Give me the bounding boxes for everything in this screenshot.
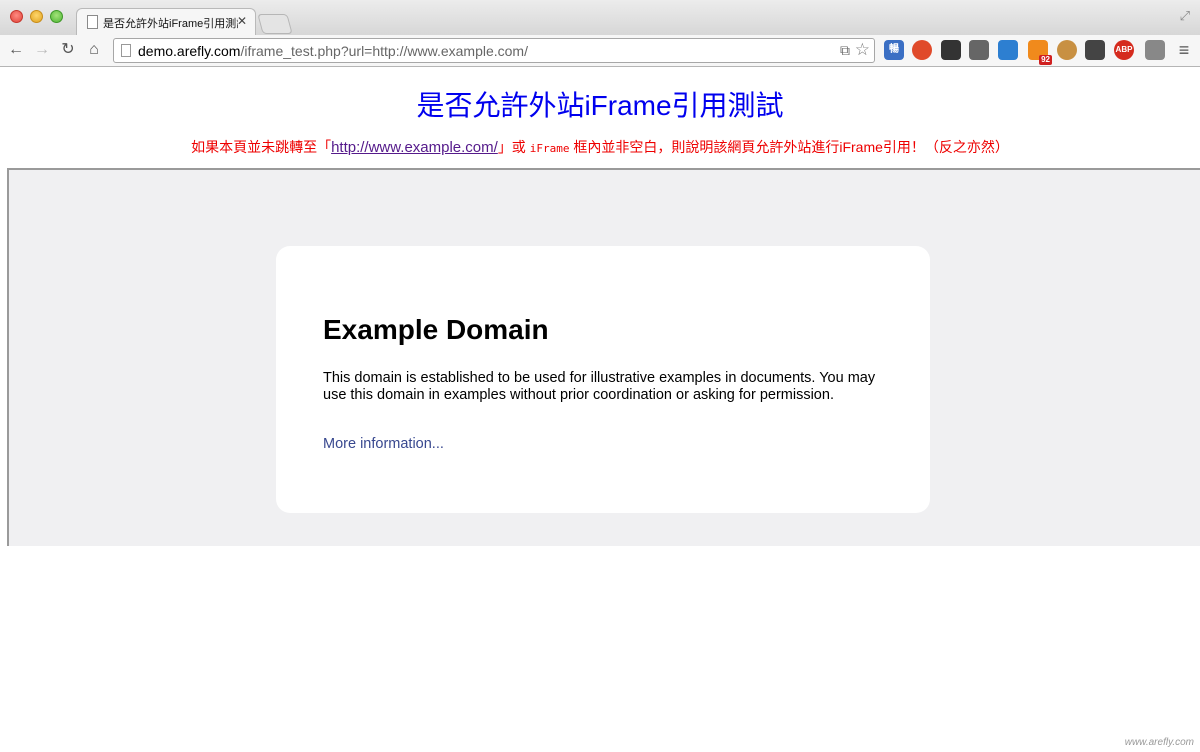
url-path: /iframe_test.php?url=http://www.example.…	[240, 43, 528, 59]
embedded-iframe[interactable]: Example Domain This domain is establishe…	[7, 168, 1200, 546]
minimize-window-button[interactable]	[30, 10, 43, 23]
notice-prefix: 如果本頁並未跳轉至「	[191, 139, 332, 155]
browser-toolbar: ← → ↻ ⌂ demo.arefly.com/iframe_test.php?…	[0, 35, 1200, 67]
document-icon	[87, 15, 98, 29]
reload-icon[interactable]: ↻	[58, 40, 78, 60]
tab-title: 是否允許外站iFrame引用測試	[103, 18, 238, 30]
notice-middle: 」或	[497, 139, 530, 155]
new-tab-button[interactable]	[257, 14, 293, 34]
rss-count-badge: 92	[1039, 55, 1052, 65]
address-bar[interactable]: demo.arefly.com/iframe_test.php?url=http…	[113, 38, 875, 63]
watermark: www.arefly.com	[1124, 737, 1194, 748]
browser-tab[interactable]: 是否允許外站iFrame引用測試 ✕	[76, 8, 256, 36]
translate-icon[interactable]: ⧉	[840, 42, 850, 59]
adblock-icon[interactable]: ABP	[1114, 40, 1134, 60]
red-circle-icon[interactable]	[912, 40, 932, 60]
forward-icon[interactable]: →	[32, 40, 52, 60]
close-window-button[interactable]	[10, 10, 23, 23]
download-icon[interactable]	[1145, 40, 1165, 60]
back-icon[interactable]: ←	[6, 40, 26, 60]
page-icon	[121, 44, 131, 57]
page-title: 是否允許外站iFrame引用測試	[416, 90, 784, 121]
bookmark-star-icon[interactable]: ☆	[855, 40, 870, 60]
blue-square-icon[interactable]	[998, 40, 1018, 60]
menu-icon[interactable]: ≡	[1174, 40, 1194, 60]
url-host: demo.arefly.com	[138, 43, 241, 59]
notice-text: 如果本頁並未跳轉至「http://www.example.com/」或 iFra…	[0, 137, 1200, 157]
example-domain-card: Example Domain This domain is establishe…	[276, 246, 930, 513]
fullscreen-icon[interactable]: ⤢	[1180, 8, 1190, 24]
home-icon[interactable]: ⌂	[84, 40, 104, 60]
tab-close-icon[interactable]: ✕	[237, 14, 247, 28]
gear-icon[interactable]	[1085, 40, 1105, 60]
camera-icon[interactable]	[941, 40, 961, 60]
rss-icon[interactable]: 92	[1028, 40, 1052, 65]
iframe-heading: Example Domain	[323, 314, 549, 345]
notice-code: iFrame	[529, 142, 570, 155]
url-text[interactable]: demo.arefly.com/iframe_test.php?url=http…	[138, 43, 528, 59]
maximize-window-button[interactable]	[50, 10, 63, 23]
cookie-icon[interactable]	[1057, 40, 1077, 60]
chinese-convert-icon[interactable]: 暢	[884, 40, 904, 60]
window-titlebar: 是否允許外站iFrame引用測試 ✕ ⤢	[0, 0, 1200, 36]
example-link[interactable]: http://www.example.com/	[331, 139, 498, 156]
more-information-link[interactable]: More information...	[323, 436, 444, 452]
notice-suffix: 框內並非空白，則說明該網頁允許外站進行iFrame引用！（反之亦然）	[569, 139, 1009, 155]
iframe-body-text: This domain is established to be used fo…	[323, 370, 876, 403]
pulse-icon[interactable]	[969, 40, 989, 60]
